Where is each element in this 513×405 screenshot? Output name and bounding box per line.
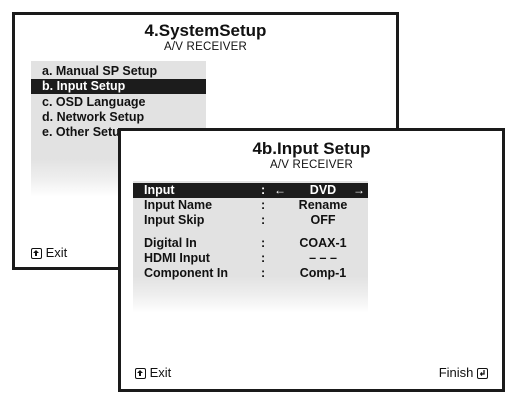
row-input-name[interactable]: Input Name : Rename (133, 198, 368, 213)
exit-label: Exit (45, 245, 68, 260)
arrow-right-icon[interactable]: → (353, 183, 365, 198)
menu-item-osd-language[interactable]: c. OSD Language (31, 95, 206, 110)
row-hdmi-input-value: – – – (309, 251, 337, 265)
input-setup-screen: 4b.Input Setup A/V RECEIVER Input : ← DV… (118, 128, 505, 392)
row-input-name-colon: : (261, 198, 266, 212)
row-hdmi-input[interactable]: HDMI Input : – – – (133, 251, 368, 266)
row-input-skip[interactable]: Input Skip : OFF (133, 213, 368, 228)
row-input-name-value: Rename (298, 198, 348, 212)
menu-item-network-setup[interactable]: d. Network Setup (31, 110, 206, 125)
row-digital-in-label: Digital In (144, 236, 197, 250)
system-setup-title: 4.SystemSetup (144, 21, 267, 40)
row-input[interactable]: Input : ← DVD → (133, 183, 368, 198)
row-digital-in-value: COAX-1 (299, 236, 347, 250)
row-input-name-label: Input Name (144, 198, 213, 212)
exit-button[interactable]: Exit (31, 245, 67, 261)
input-setup-panel: Input : ← DVD → Input Name : Rename Inpu… (133, 181, 368, 313)
row-component-in-label: Component In (144, 266, 229, 280)
row-input-value: DVD (309, 183, 337, 197)
exit-label: Exit (149, 365, 172, 380)
row-digital-in[interactable]: Digital In : COAX-1 (133, 236, 368, 251)
row-input-label: Input (144, 183, 175, 197)
system-setup-subtitle: A/V RECEIVER (164, 41, 247, 53)
input-setup-subtitle: A/V RECEIVER (270, 159, 353, 171)
input-setup-title: 4b.Input Setup (252, 139, 371, 158)
row-component-in[interactable]: Component In : Comp-1 (133, 266, 368, 281)
row-input-colon: : (261, 183, 266, 197)
menu-item-input-setup[interactable]: b. Input Setup (31, 79, 206, 94)
return-icon (135, 368, 146, 379)
row-input-skip-value: OFF (310, 213, 336, 227)
row-input-skip-label: Input Skip (144, 213, 205, 227)
finish-button[interactable]: Finish (439, 365, 488, 381)
finish-label: Finish (438, 365, 474, 380)
return-icon (31, 248, 42, 259)
enter-icon (477, 368, 488, 379)
menu-item-manual-sp-setup[interactable]: a. Manual SP Setup (31, 64, 206, 79)
row-hdmi-input-colon: : (261, 251, 266, 265)
row-input-skip-colon: : (261, 213, 266, 227)
exit-button[interactable]: Exit (135, 365, 171, 381)
row-component-in-colon: : (261, 266, 266, 280)
row-digital-in-colon: : (261, 236, 266, 250)
row-hdmi-input-label: HDMI Input (144, 251, 210, 265)
row-component-in-value: Comp-1 (299, 266, 347, 280)
